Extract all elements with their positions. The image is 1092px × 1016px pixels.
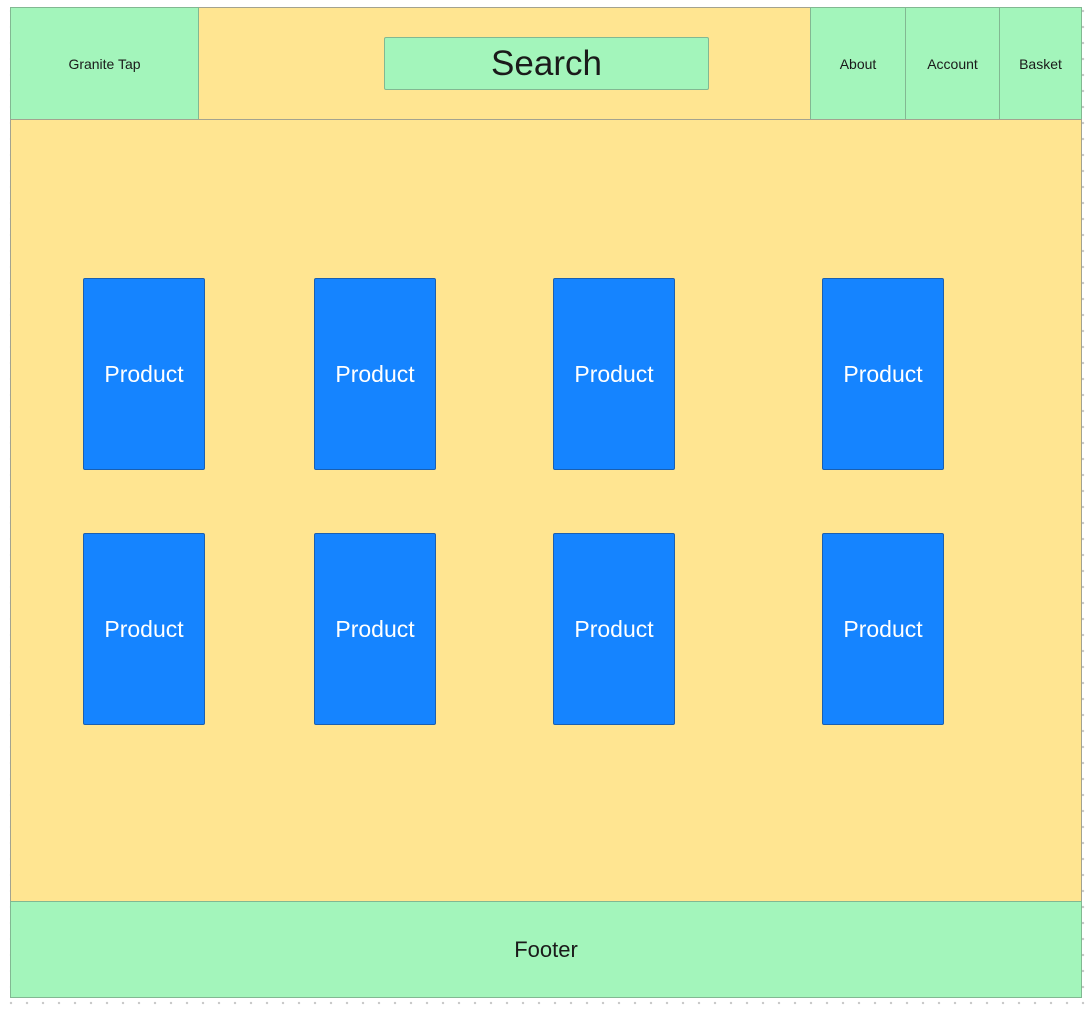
brand-label: Granite Tap bbox=[68, 55, 141, 72]
product-label: Product bbox=[104, 615, 184, 642]
product-card[interactable]: Product bbox=[83, 533, 205, 725]
footer-bar: Footer bbox=[10, 901, 1082, 998]
product-label: Product bbox=[335, 360, 415, 387]
product-card[interactable]: Product bbox=[553, 278, 675, 470]
brand-logo[interactable]: Granite Tap bbox=[10, 7, 199, 120]
nav-account-label: Account bbox=[927, 55, 978, 72]
product-card[interactable]: Product bbox=[553, 533, 675, 725]
content-area bbox=[10, 119, 1082, 902]
nav-about-label: About bbox=[839, 55, 877, 72]
product-label: Product bbox=[574, 360, 654, 387]
product-label: Product bbox=[843, 360, 923, 387]
product-label: Product bbox=[574, 615, 654, 642]
product-label: Product bbox=[843, 615, 923, 642]
product-card[interactable]: Product bbox=[314, 533, 436, 725]
wireframe-canvas: Granite Tap Search About Account Basket … bbox=[0, 0, 1092, 1016]
product-label: Product bbox=[335, 615, 415, 642]
product-card[interactable]: Product bbox=[822, 533, 944, 725]
product-card[interactable]: Product bbox=[314, 278, 436, 470]
product-card[interactable]: Product bbox=[822, 278, 944, 470]
nav-about-button[interactable]: About bbox=[810, 7, 906, 120]
search-label: Search bbox=[491, 43, 602, 83]
nav-basket-label: Basket bbox=[1019, 55, 1062, 72]
product-card[interactable]: Product bbox=[83, 278, 205, 470]
footer-label: Footer bbox=[514, 936, 578, 962]
nav-basket-button[interactable]: Basket bbox=[999, 7, 1082, 120]
nav-account-button[interactable]: Account bbox=[905, 7, 1000, 120]
search-box[interactable]: Search bbox=[384, 37, 709, 90]
product-label: Product bbox=[104, 360, 184, 387]
